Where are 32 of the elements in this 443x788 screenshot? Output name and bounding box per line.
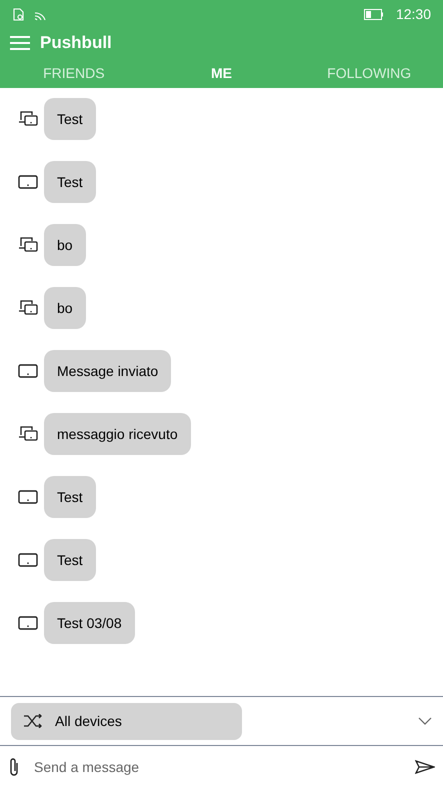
devices-icon	[18, 299, 38, 317]
notification-icon	[12, 8, 25, 20]
message-bubble: Test	[44, 161, 96, 203]
tablet-icon	[18, 174, 38, 190]
tab[interactable]: ME	[148, 62, 296, 84]
message-bubble: bo	[44, 287, 86, 329]
tab[interactable]: FRIENDS	[0, 62, 148, 84]
tablet-icon	[18, 363, 38, 379]
message-bubble: messaggio ricevuto	[44, 413, 191, 455]
message-bubble: Test	[44, 539, 96, 581]
message-bubble: Test 03/08	[44, 602, 135, 644]
battery-icon	[364, 8, 384, 20]
send-icon[interactable]	[415, 760, 435, 774]
app-title: Pushbull	[40, 32, 112, 54]
message-bubble: Message inviato	[44, 350, 172, 392]
tablet-icon	[18, 615, 38, 631]
message-bubble: Test	[44, 476, 96, 518]
tablet-icon	[18, 552, 38, 568]
device-picker[interactable]: All devices	[11, 702, 242, 740]
paperclip-icon[interactable]	[8, 757, 20, 777]
devices-icon	[18, 110, 38, 128]
message-bubble: Test	[44, 98, 96, 140]
message-input[interactable]: Send a message	[34, 756, 401, 778]
shuffle-icon	[23, 714, 43, 728]
message-bubble: bo	[44, 224, 86, 266]
devices-icon	[18, 236, 38, 254]
chevron-down-icon[interactable]	[418, 717, 432, 725]
clock-time: 12:30	[396, 4, 431, 24]
menu-icon[interactable]	[10, 35, 30, 51]
tab[interactable]: FOLLOWING	[295, 62, 443, 84]
devices-icon	[18, 425, 38, 443]
tablet-icon	[18, 489, 38, 505]
